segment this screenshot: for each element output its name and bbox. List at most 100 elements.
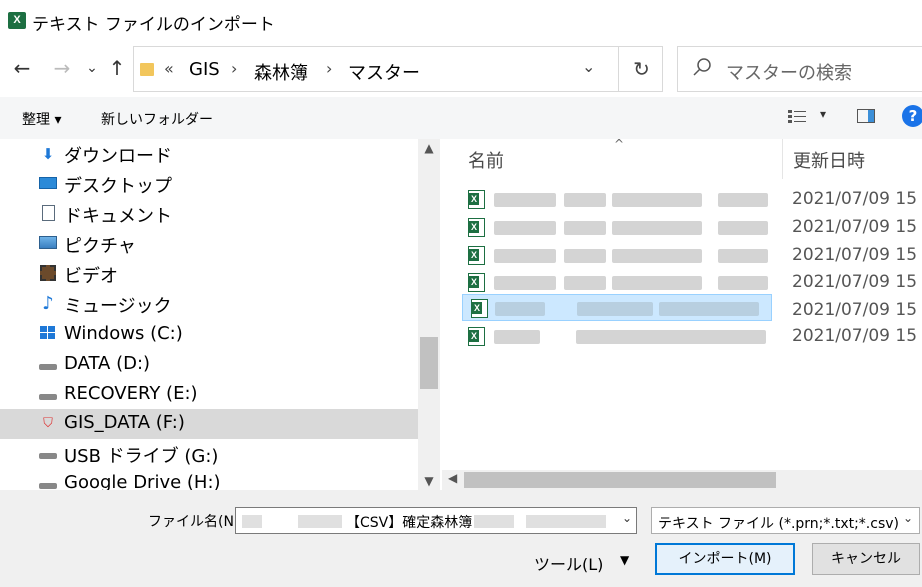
tree-item-drive-f[interactable]: ⛉ GIS_DATA (F:)	[0, 409, 418, 439]
search-icon	[693, 58, 711, 76]
tree-item-documents[interactable]: ドキュメント	[0, 199, 418, 229]
search-box[interactable]: マスターの検索	[677, 46, 922, 92]
help-icon[interactable]: ?	[902, 105, 922, 127]
redacted-text	[718, 249, 768, 263]
tree-item-label: ドキュメント	[64, 206, 172, 227]
redacted-text	[612, 249, 702, 263]
scroll-down-icon[interactable]: ▼	[418, 474, 440, 488]
redacted-text	[576, 330, 766, 344]
overflow-chevron[interactable]: «	[164, 59, 174, 78]
forward-button[interactable]: →	[50, 56, 74, 80]
navigation-bar: ← → ⌄ ↑ « GIS › 森林簿 › マスター ⌄ ↻ マスターの検索	[0, 42, 922, 97]
download-icon: ⬇	[41, 145, 55, 163]
command-bar: 整理 ▾ 新しいフォルダー ▾ ?	[0, 97, 922, 139]
tree-item-downloads[interactable]: ⬇ ダウンロード	[0, 139, 418, 169]
file-type-select[interactable]: テキスト ファイル (*.prn;*.txt;*.csv) ⌄	[651, 507, 920, 534]
breadcrumb-master[interactable]: マスター	[348, 59, 420, 85]
music-icon: ♪	[42, 293, 54, 314]
chevron-right-icon[interactable]: ›	[231, 59, 237, 78]
chevron-right-icon[interactable]: ›	[326, 59, 332, 78]
tree-item-desktop[interactable]: デスクトップ	[0, 169, 418, 199]
view-options-icon[interactable]	[788, 109, 808, 125]
drive-icon	[38, 356, 58, 374]
file-modified-date: 2021/07/09 15	[792, 300, 918, 320]
view-dropdown-icon[interactable]: ▾	[820, 107, 826, 121]
scroll-up-icon[interactable]: ▲	[418, 141, 440, 155]
usb-drive-icon	[38, 445, 58, 463]
scrollbar-thumb[interactable]	[464, 472, 776, 488]
import-button[interactable]: インポート(M)	[655, 543, 795, 575]
redacted-text	[718, 276, 768, 290]
scrollbar-thumb[interactable]	[420, 337, 438, 389]
filename-input[interactable]: 【CSV】確定森林簿 ⌄	[235, 507, 637, 534]
recent-locations-button[interactable]: ⌄	[80, 56, 104, 80]
tree-item-drive-c[interactable]: Windows (C:)	[0, 320, 418, 350]
csv-file-icon	[468, 327, 485, 346]
sort-ascending-icon: ^	[614, 139, 625, 151]
file-row[interactable]: 2021/07/09 15	[460, 323, 922, 350]
tree-item-label: ダウンロード	[64, 146, 172, 167]
chevron-down-icon[interactable]: ⌄	[903, 511, 913, 525]
redacted-text	[495, 302, 545, 316]
breadcrumb-shinrinbo[interactable]: 森林簿	[254, 59, 308, 85]
cancel-button[interactable]: キャンセル	[812, 543, 920, 575]
window-title: テキスト ファイルのインポート	[32, 15, 275, 35]
file-list: ^ 名前 更新日時 2021/07/09 15 2021/07/09 15 20…	[442, 139, 922, 490]
navigation-scrollbar[interactable]: ▲ ▼	[418, 139, 440, 490]
drive-icon	[38, 475, 58, 490]
csv-file-icon	[471, 299, 488, 318]
tree-item-label: GIS_DATA (F:)	[64, 412, 185, 433]
preview-pane-icon[interactable]	[857, 109, 875, 123]
redacted-text	[564, 276, 606, 290]
redacted-text	[612, 193, 702, 207]
file-modified-date: 2021/07/09 15	[792, 217, 918, 237]
tree-item-drive-h[interactable]: Google Drive (H:)	[0, 469, 418, 490]
file-row[interactable]: 2021/07/09 15	[460, 186, 922, 213]
refresh-button[interactable]: ↻	[618, 47, 664, 91]
tree-item-label: USB ドライブ (G:)	[64, 446, 219, 467]
redacted-text	[718, 193, 768, 207]
tree-item-music[interactable]: ♪ ミュージック	[0, 289, 418, 319]
csv-file-icon	[468, 246, 485, 265]
file-row[interactable]: 2021/07/09 15	[460, 269, 922, 296]
address-bar[interactable]: « GIS › 森林簿 › マスター ⌄ ↻	[133, 46, 663, 92]
tree-item-drive-g[interactable]: USB ドライブ (G:)	[0, 439, 418, 469]
breadcrumb-gis[interactable]: GIS	[189, 59, 220, 80]
file-modified-date: 2021/07/09 15	[792, 272, 918, 292]
redacted-text	[612, 221, 702, 235]
tools-button[interactable]: ツール(L)	[534, 551, 603, 575]
navigation-pane: ⬇ ダウンロード デスクトップ ドキュメント ピクチャ ビデオ ♪ ミュージック…	[0, 139, 418, 490]
redacted-text	[564, 221, 606, 235]
column-header-name[interactable]: 名前	[468, 147, 504, 173]
chevron-down-icon[interactable]: ⌄	[582, 57, 595, 76]
redacted-text	[494, 249, 556, 263]
redacted-text	[474, 515, 514, 528]
file-type-value: テキスト ファイル (*.prn;*.txt;*.csv)	[658, 516, 899, 532]
chevron-down-icon[interactable]: ⌄	[622, 511, 632, 525]
file-modified-date: 2021/07/09 15	[792, 326, 918, 346]
file-row[interactable]: 2021/07/09 15	[460, 242, 922, 269]
tree-item-pictures[interactable]: ピクチャ	[0, 229, 418, 259]
tree-item-label: Google Drive (H:)	[64, 472, 221, 490]
search-input[interactable]: マスターの検索	[726, 59, 852, 85]
redacted-text	[659, 302, 759, 316]
new-folder-button[interactable]: 新しいフォルダー	[101, 109, 213, 129]
file-row-selected[interactable]	[462, 294, 772, 321]
tree-item-videos[interactable]: ビデオ	[0, 259, 418, 289]
column-header-modified[interactable]: 更新日時	[793, 147, 865, 173]
up-button[interactable]: ↑	[105, 56, 129, 80]
csv-file-icon	[468, 273, 485, 292]
organize-menu[interactable]: 整理 ▾	[22, 109, 61, 129]
file-row[interactable]: 2021/07/09 15	[460, 214, 922, 241]
tree-item-label: ミュージック	[64, 296, 172, 317]
file-modified-date: 2021/07/09 15	[792, 245, 918, 265]
column-divider[interactable]	[782, 139, 783, 179]
redacted-text	[494, 330, 540, 344]
tree-item-drive-e[interactable]: RECOVERY (E:)	[0, 380, 418, 410]
back-button[interactable]: ←	[10, 56, 34, 80]
file-list-scrollbar[interactable]: ◀	[442, 470, 922, 490]
scroll-left-icon[interactable]: ◀	[448, 471, 457, 485]
tools-dropdown-icon[interactable]: ▼	[620, 553, 629, 567]
tree-item-drive-d[interactable]: DATA (D:)	[0, 350, 418, 380]
dialog-footer: ファイル名(N): 【CSV】確定森林簿 ⌄ テキスト ファイル (*.prn;…	[0, 490, 922, 587]
